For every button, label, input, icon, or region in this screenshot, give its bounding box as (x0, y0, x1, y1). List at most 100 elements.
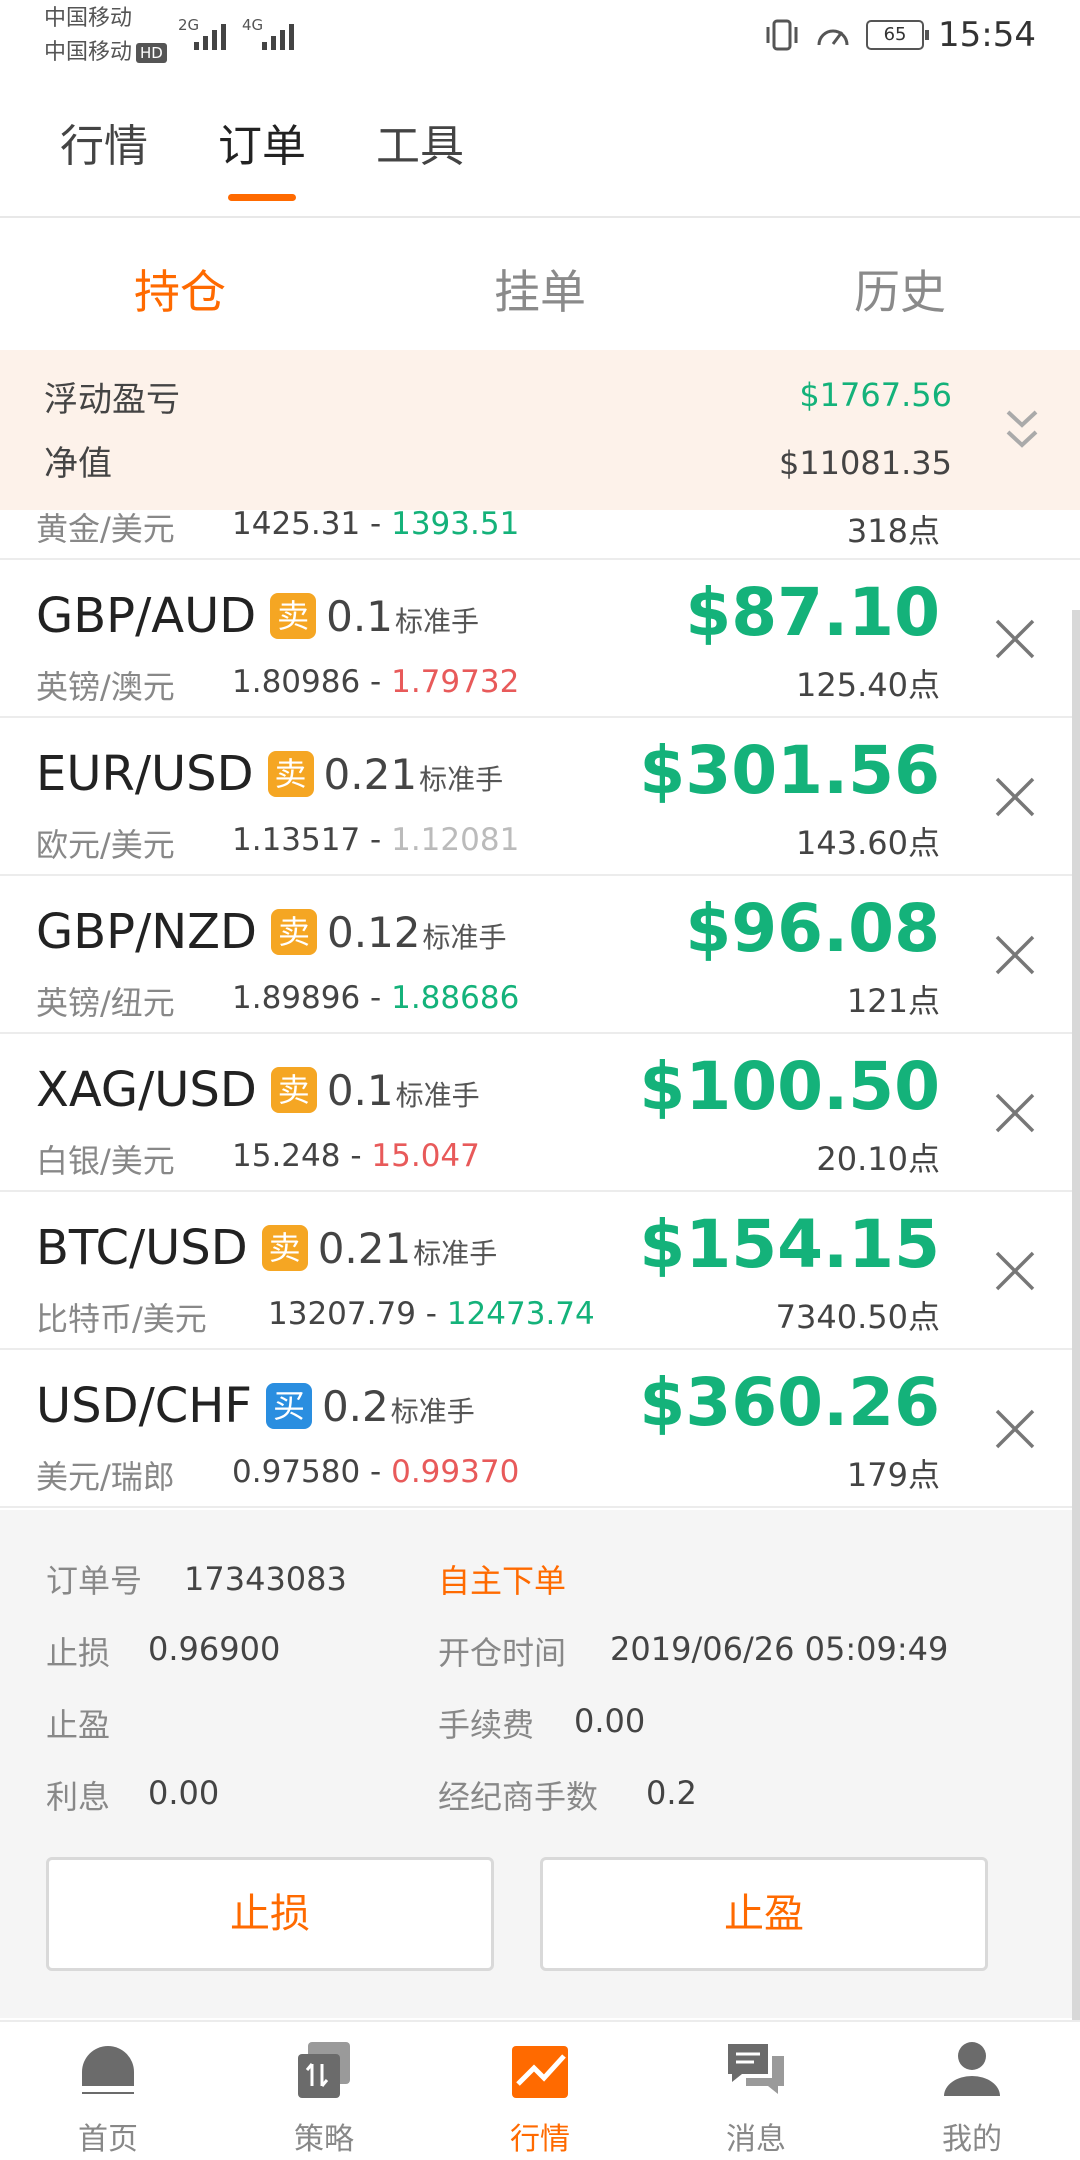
close-icon[interactable] (994, 618, 1036, 660)
stop-loss-button[interactable]: 止损 (46, 1857, 494, 1971)
close-icon[interactable] (994, 1250, 1036, 1292)
price-range: 1.89896 - 1.88686 (232, 980, 519, 1016)
floating-pl-label: 浮动盈亏 (44, 380, 180, 420)
sell-badge: 卖 (270, 1067, 317, 1113)
current-price: 1.88686 (391, 980, 520, 1016)
tab-history[interactable]: 历史 (854, 256, 946, 322)
table-row[interactable]: GBP/NZD 卖 0.12 标准手 英镑/纽元 1.89896 - 1.88686 … (0, 876, 1080, 1034)
symbol: EUR/USD (36, 746, 254, 802)
price-separator: - (360, 980, 392, 1016)
instrument-name: 欧元/美元 (36, 826, 175, 864)
speed-icon (817, 29, 849, 46)
instrument-name: 白银/美元 (36, 1142, 175, 1180)
clock: 15:54 (938, 15, 1036, 55)
nav-messages[interactable]: 消息 (681, 2038, 831, 2158)
strategy-icon (298, 2042, 350, 2098)
current-price: 12473.74 (446, 1296, 595, 1332)
interest-value: 0.00 (148, 1774, 220, 1812)
lots: 0.21 (323, 749, 418, 799)
profit-loss: $154.15 (639, 1206, 940, 1283)
current-price: 1.79732 (391, 664, 520, 700)
close-icon[interactable] (994, 1092, 1036, 1134)
points: 179点 (846, 1456, 940, 1494)
open-price: 1.13517 (232, 822, 361, 858)
points: 121点 (846, 982, 940, 1020)
price-separator: - (340, 1138, 372, 1174)
instrument-name: 英镑/澳元 (36, 668, 175, 706)
take-profit-button[interactable]: 止盈 (540, 1857, 988, 1971)
price-separator: - (360, 506, 392, 542)
account-summary[interactable]: 浮动盈亏 $1767.56 净值 $11081.35 (0, 350, 1080, 510)
equity-label: 净值 (44, 444, 112, 484)
symbol: XAG/USD (36, 1062, 257, 1118)
tab-orders[interactable]: 订单 (218, 110, 306, 201)
instrument-name: 美元/瑞郎 (36, 1458, 175, 1496)
tab-tools[interactable]: 工具 (376, 110, 464, 190)
lots-unit: 标准手 (413, 1237, 498, 1270)
carrier-2-label: 中国移动 (44, 40, 133, 65)
lots-unit: 标准手 (394, 605, 479, 638)
nav-profile-label: 我的 (942, 2122, 1002, 2157)
fee-value: 0.00 (574, 1702, 646, 1740)
divider (0, 216, 1080, 218)
nav-home[interactable]: 首页 (33, 2038, 183, 2158)
current-price: 0.99370 (391, 1454, 520, 1490)
close-icon[interactable] (994, 776, 1036, 818)
tab-pending-orders[interactable]: 挂单 (494, 256, 586, 322)
profit-loss: $360.26 (639, 1364, 940, 1441)
lots: 0.12 (327, 907, 421, 957)
current-price: 15.047 (371, 1138, 480, 1174)
symbol: USD/CHF (36, 1378, 252, 1434)
floating-pl-value: $1767.56 (799, 376, 952, 414)
table-row[interactable]: BTC/USD 卖 0.21 标准手 比特币/美元 13207.79 - 12473.… (0, 1192, 1080, 1350)
close-icon[interactable] (994, 934, 1036, 976)
order-number-value: 17343083 (184, 1560, 347, 1598)
vibrate-icon (766, 19, 798, 51)
current-price: 1393.51 (391, 506, 520, 542)
nav-market[interactable]: 行情 (465, 2038, 615, 2158)
profit-loss: $87.10 (685, 574, 940, 651)
tab-positions[interactable]: 持仓 (134, 256, 226, 322)
price-range: 1425.31 - 1393.51 (232, 506, 519, 542)
lots: 0.21 (317, 1223, 412, 1273)
carrier-2: 中国移动 HD (44, 38, 167, 68)
instrument-name: 比特币/美元 (36, 1300, 207, 1338)
price-separator: - (360, 822, 392, 858)
price-range: 0.97580 - 0.99370 (232, 1454, 519, 1490)
tab-market[interactable]: 行情 (60, 110, 148, 190)
positions-list: 黄金/美元 1425.31 - 1393.51 318点 GBP/AUD 卖 0.1… (0, 490, 1080, 1510)
table-row[interactable]: USD/CHF 买 0.2 标准手 美元/瑞郎 0.97580 - 0.99370 $… (0, 1350, 1080, 1508)
table-row[interactable]: GBP/AUD 卖 0.1 标准手 英镑/澳元 1.80986 - 1.79732 $… (0, 560, 1080, 718)
profit-loss: $96.08 (685, 890, 940, 967)
scrollbar[interactable] (1072, 610, 1080, 2020)
profile-icon (944, 2042, 1000, 2096)
carrier-1: 中国移动 (44, 6, 133, 31)
points: 143.60点 (796, 824, 940, 862)
nav-profile[interactable]: 我的 (897, 2038, 1047, 2158)
open-price: 1.80986 (232, 664, 361, 700)
price-separator: - (360, 1454, 392, 1490)
lots: 0.2 (321, 1381, 389, 1431)
open-price: 13207.79 (268, 1296, 416, 1332)
stop-loss-value: 0.96900 (148, 1630, 281, 1668)
price-range: 1.80986 - 1.79732 (232, 664, 519, 700)
nav-home-label: 首页 (78, 2122, 138, 2157)
current-price: 1.12081 (391, 822, 520, 858)
table-row[interactable]: EUR/USD 卖 0.21 标准手 欧元/美元 1.13517 - 1.12081 … (0, 718, 1080, 876)
close-icon[interactable] (994, 1408, 1036, 1450)
instrument-name: 英镑/纽元 (36, 984, 175, 1022)
double-chevron-down-icon[interactable] (1004, 402, 1040, 458)
open-price: 15.248 (232, 1138, 341, 1174)
sell-badge: 卖 (261, 1225, 308, 1271)
network-4g-label: 4G (242, 16, 264, 34)
table-row[interactable]: XAG/USD 卖 0.1 标准手 白银/美元 15.248 - 15.047 $10… (0, 1034, 1080, 1192)
lots: 0.1 (326, 1065, 394, 1115)
points: 125.40点 (796, 666, 940, 704)
signal-bars-icon-2 (262, 20, 294, 50)
profit-loss: $100.50 (639, 1048, 940, 1125)
price-separator: - (415, 1296, 447, 1332)
take-profit-label: 止盈 (46, 1706, 111, 1744)
lots-unit: 标准手 (395, 1079, 480, 1112)
instrument-name: 黄金/美元 (36, 510, 175, 548)
nav-strategy[interactable]: 策略 (249, 2038, 399, 2158)
